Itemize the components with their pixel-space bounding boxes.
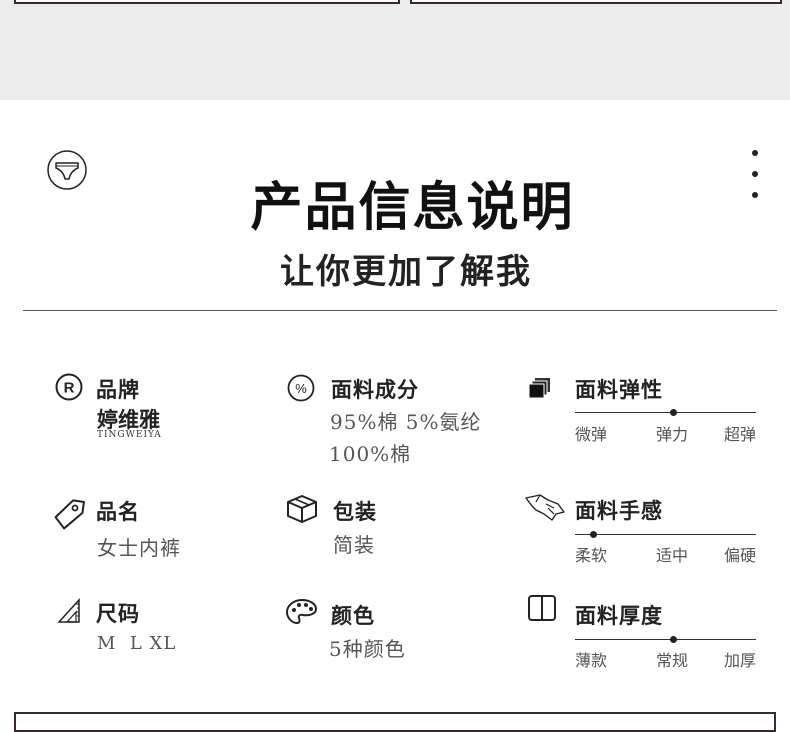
thickness-label: 面料厚度 xyxy=(575,603,663,628)
thickness-tick-high: 加厚 xyxy=(724,651,757,670)
brand-value-en: TINGWEIYA xyxy=(97,430,162,440)
svg-text:%: % xyxy=(295,381,307,396)
product-name-value: 女士内裤 xyxy=(97,536,181,560)
fabric-composition-label: 面料成分 xyxy=(331,377,419,402)
hand-feel-tick-low: 柔软 xyxy=(575,546,608,565)
thickness-marker xyxy=(669,636,677,643)
top-band xyxy=(0,0,790,100)
thickness-tick-mid: 常规 xyxy=(656,651,689,670)
fabric-layers-icon xyxy=(528,378,550,399)
fabric-composition-line-1: 95%棉 5%氨纶 xyxy=(330,410,482,434)
packaging-value: 简装 xyxy=(333,533,375,557)
elasticity-label: 面料弹性 xyxy=(575,377,663,402)
top-frame-left xyxy=(14,0,400,4)
svg-text:R: R xyxy=(64,380,75,397)
tag-icon xyxy=(54,499,85,530)
hand-feel-marker xyxy=(590,531,598,538)
elasticity-tick-high: 超弹 xyxy=(724,425,757,444)
registered-icon: R xyxy=(55,373,83,401)
hand-feel-scale xyxy=(575,531,756,538)
thickness-tick-low: 薄款 xyxy=(575,651,608,670)
size-label: 尺码 xyxy=(96,601,140,626)
bottom-frame xyxy=(14,712,776,732)
top-frame-right xyxy=(410,0,782,4)
palette-icon xyxy=(285,598,318,625)
box-icon xyxy=(287,495,317,523)
elasticity-tick-mid: 弹力 xyxy=(656,425,689,444)
color-value: 5种颜色 xyxy=(329,637,406,661)
percent-icon: % xyxy=(287,374,315,402)
thickness-scale xyxy=(575,636,756,643)
elasticity-tick-low: 微弹 xyxy=(575,425,608,444)
hand-feel-label: 面料手感 xyxy=(575,498,663,523)
ruler-icon xyxy=(57,598,80,623)
elasticity-marker xyxy=(669,409,677,416)
hand-feel-tick-high: 偏硬 xyxy=(724,546,757,565)
elasticity-scale xyxy=(575,409,756,416)
size-value: M L XL xyxy=(97,633,177,654)
divider xyxy=(23,310,777,311)
page-title: 产品信息说明 xyxy=(250,177,575,238)
color-label: 颜色 xyxy=(331,603,375,628)
product-name-label: 品名 xyxy=(96,499,140,524)
packaging-label: 包装 xyxy=(333,499,377,524)
page-subtitle: 让你更加了解我 xyxy=(280,252,532,292)
brand-label: 品牌 xyxy=(96,377,140,402)
fabric-composition-line-2: 100%棉 xyxy=(329,442,412,466)
hand-feel-icon xyxy=(525,494,565,521)
book-icon xyxy=(528,595,556,621)
hand-feel-tick-mid: 适中 xyxy=(656,546,689,565)
